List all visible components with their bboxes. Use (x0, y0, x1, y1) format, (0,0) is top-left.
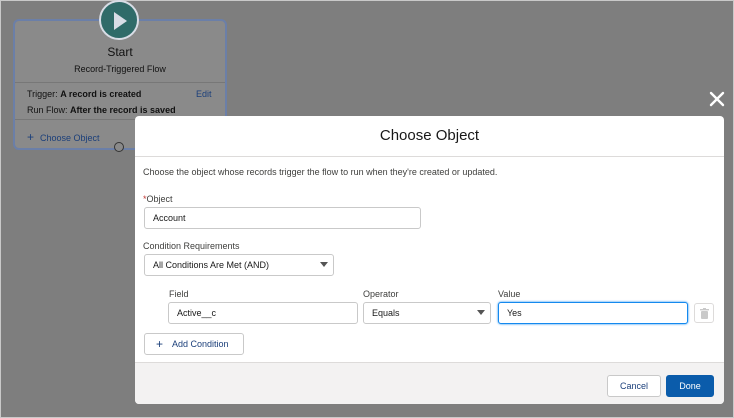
close-icon[interactable] (706, 88, 728, 110)
modal-header: Choose Object (135, 116, 724, 157)
trash-icon (700, 308, 709, 319)
field-input[interactable]: Active__c (168, 302, 358, 324)
start-node-circle[interactable] (99, 0, 139, 40)
modal-description: Choose the object whose records trigger … (143, 167, 498, 177)
run-flow-label: Run Flow: (27, 105, 68, 115)
modal-title: Choose Object (379, 127, 480, 144)
connector-node[interactable] (114, 142, 124, 152)
chevron-down-icon (477, 310, 485, 315)
run-flow-value: After the record is saved (70, 105, 176, 115)
plus-icon: + (27, 130, 35, 144)
delete-condition-button[interactable] (694, 303, 714, 323)
start-node-title: Start (107, 45, 133, 59)
start-node-subtitle: Record-Triggered Flow (74, 64, 166, 74)
field-label: Field (169, 289, 189, 299)
operator-select[interactable]: Equals (363, 302, 491, 324)
chevron-down-icon (320, 262, 328, 267)
start-node-trigger: Trigger: A record is created (27, 89, 141, 99)
modal-footer: Cancel Done (135, 362, 724, 404)
done-button[interactable]: Done (666, 375, 714, 397)
operator-label: Operator (363, 289, 399, 299)
add-condition-button[interactable]: + Add Condition (144, 333, 244, 355)
plus-icon: + (156, 337, 164, 351)
start-node-run-flow: Run Flow: After the record is saved (27, 105, 176, 115)
cancel-button[interactable]: Cancel (607, 375, 661, 397)
condition-requirements-value: All Conditions Are Met (AND) (153, 260, 270, 270)
add-condition-label: Add Condition (172, 339, 229, 349)
start-node-edit-link[interactable]: Edit (196, 89, 212, 99)
operator-value: Equals (372, 308, 400, 318)
object-label-text: Object (146, 194, 173, 204)
play-icon (114, 12, 127, 30)
object-label: *Object (143, 194, 173, 204)
value-input[interactable]: Yes (498, 302, 688, 324)
choose-object-label: Choose Object (40, 133, 100, 143)
start-node-divider (15, 82, 225, 83)
choose-object-link[interactable]: + Choose Object (27, 130, 100, 144)
trigger-value: A record is created (60, 89, 142, 99)
value-label: Value (498, 289, 521, 299)
choose-object-modal: Choose Object Choose the object whose re… (135, 116, 724, 404)
object-input[interactable]: Account (144, 207, 421, 229)
condition-requirements-label: Condition Requirements (143, 241, 240, 251)
trigger-label: Trigger: (27, 89, 58, 99)
condition-requirements-select[interactable]: All Conditions Are Met (AND) (144, 254, 334, 276)
